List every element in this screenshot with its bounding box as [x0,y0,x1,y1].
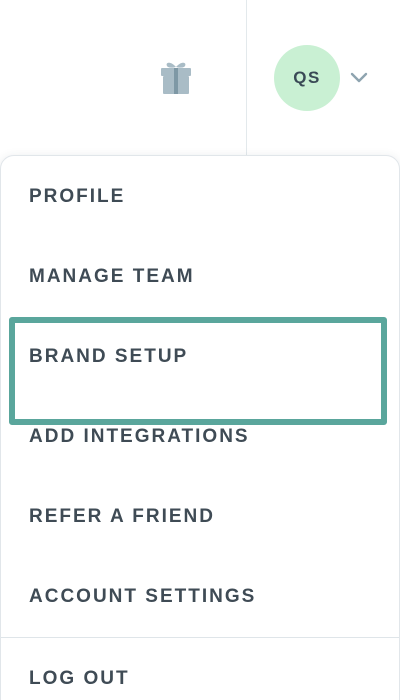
menu-divider [1,637,399,638]
menu-item-brand-setup[interactable]: BRAND SETUP [1,317,399,425]
menu-item-log-out[interactable]: LOG OUT [1,639,399,700]
menu-item-add-integrations[interactable]: ADD INTEGRATIONS [1,397,399,477]
top-header: QS [0,0,400,155]
gift-icon [161,62,191,94]
account-dropdown-menu: PROFILE MANAGE TEAM BRAND SETUP ADD INTE… [0,155,400,700]
avatar[interactable]: QS [274,45,340,111]
menu-item-account-settings[interactable]: ACCOUNT SETTINGS [1,557,399,637]
page: QS PROFILE MANAGE TEAM BRAND SETUP ADD I… [0,0,400,700]
menu-item-manage-team[interactable]: MANAGE TEAM [1,237,399,317]
gift-button[interactable] [158,58,194,96]
menu-item-refer-a-friend[interactable]: REFER A FRIEND [1,477,399,557]
account-menu-toggle[interactable]: QS [274,45,374,111]
chevron-down-icon[interactable] [349,71,369,85]
menu-item-profile[interactable]: PROFILE [1,157,399,237]
header-divider [246,0,247,155]
